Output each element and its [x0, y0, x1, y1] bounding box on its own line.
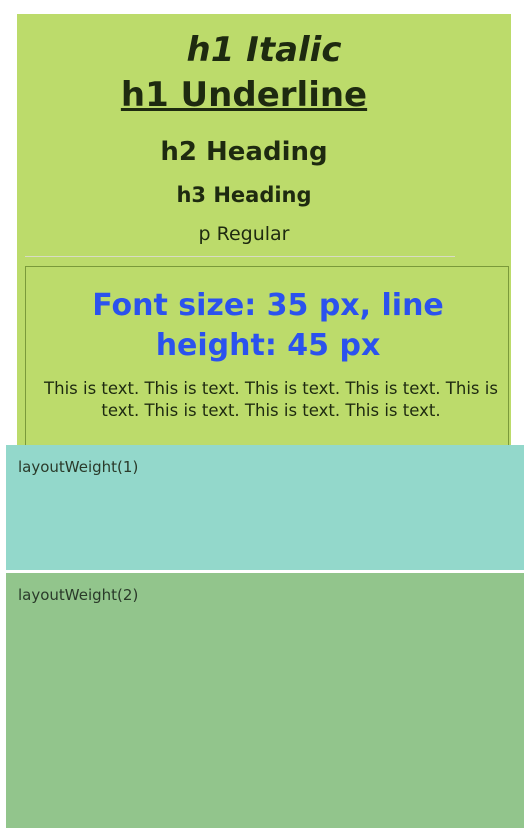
heading-panel: h1 Italic h1 Underline h2 Heading h3 Hea…: [17, 14, 511, 445]
h2-heading: h2 Heading: [160, 137, 328, 167]
layout-weight-1-label: layoutWeight(1): [18, 458, 139, 476]
paragraph-regular: p Regular: [198, 223, 290, 245]
page: h1 Italic h1 Underline h2 Heading h3 Hea…: [0, 0, 532, 829]
h3-heading: h3 Heading: [176, 183, 312, 207]
layout-weight-1-panel: layoutWeight(1): [6, 445, 524, 570]
layout-weight-2-panel: layoutWeight(2): [6, 573, 524, 828]
styled-box-title: Font size: 35 px, line height: 45 px: [92, 288, 444, 363]
divider: [25, 256, 455, 257]
styled-text-box: Font size: 35 px, line height: 45 px Thi…: [25, 266, 509, 445]
h1-underline-heading: h1 Underline: [120, 75, 368, 115]
h1-italic-heading: h1 Italic: [186, 30, 342, 70]
layout-weight-2-label: layoutWeight(2): [18, 586, 139, 604]
styled-box-body: This is text. This is text. This is text…: [44, 379, 498, 420]
